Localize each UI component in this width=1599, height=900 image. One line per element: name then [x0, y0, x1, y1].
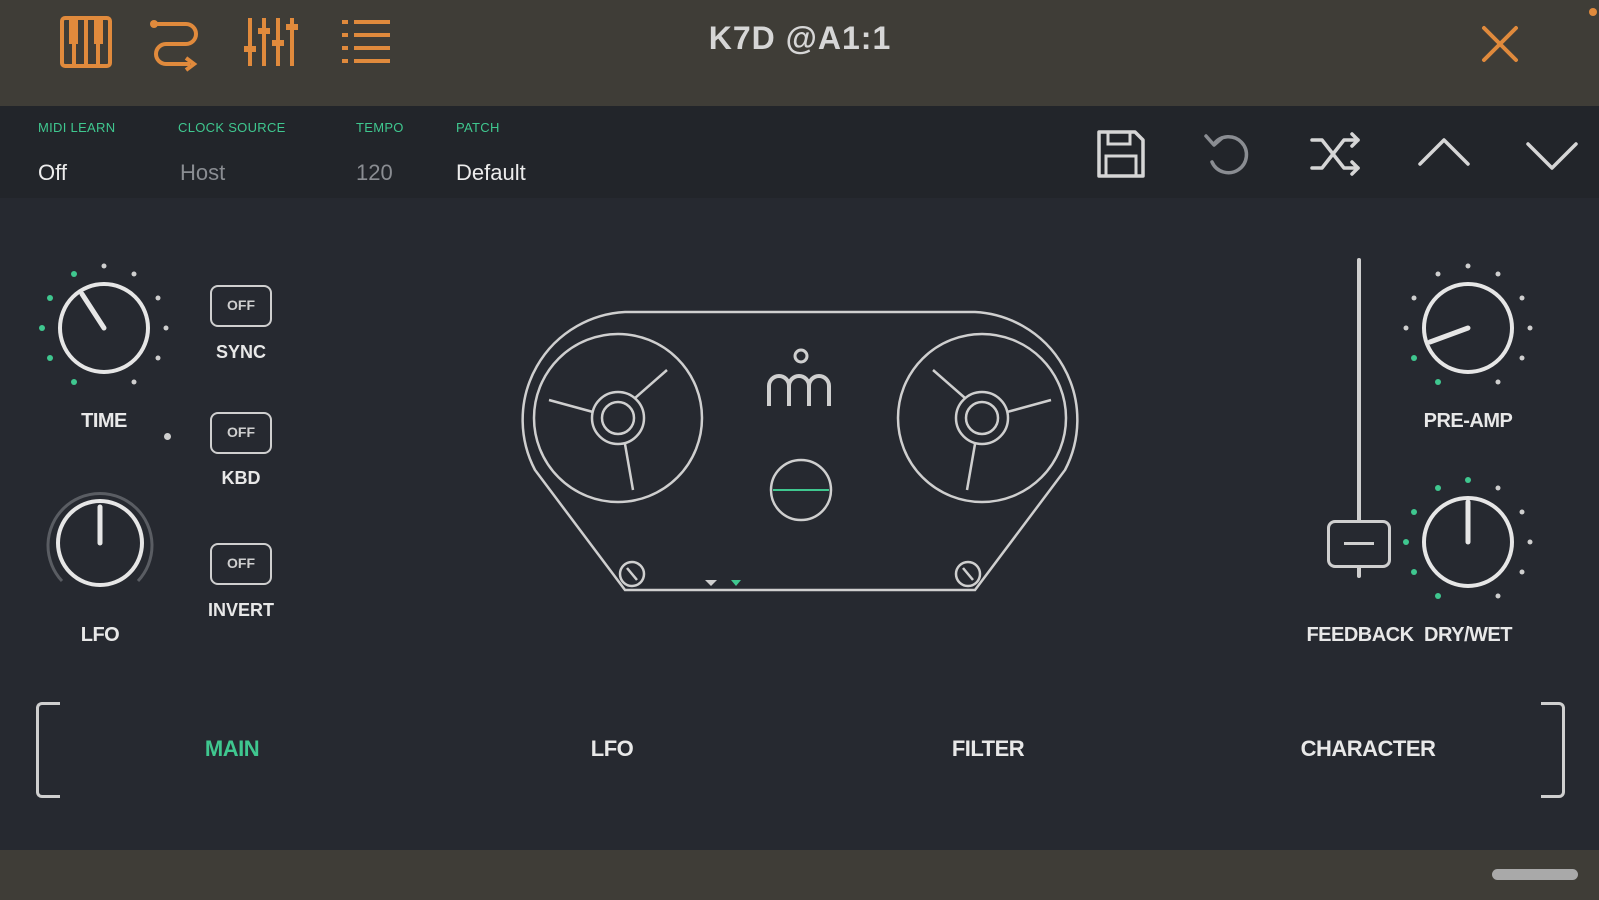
patch-label: PATCH [456, 120, 500, 135]
tab-main[interactable]: MAIN [132, 736, 332, 762]
tab-bracket-right [1541, 702, 1565, 798]
time-knob[interactable] [34, 258, 174, 403]
midi-learn-label: MIDI LEARN [38, 120, 116, 135]
routing-icon[interactable] [146, 12, 206, 72]
midi-learn-value[interactable]: Off [38, 160, 67, 186]
lfo-knob[interactable] [44, 487, 156, 604]
tab-character[interactable]: CHARACTER [1268, 736, 1468, 762]
window-title: K7D @A1:1 [708, 20, 892, 56]
pre-amp-knob[interactable] [1398, 258, 1538, 403]
clock-source-value[interactable]: Host [180, 160, 225, 186]
chevron-up-icon[interactable] [1416, 126, 1472, 182]
tab-bracket-left [36, 702, 60, 798]
piano-keys-icon[interactable] [56, 12, 116, 72]
kbd-label: KBD [221, 468, 261, 488]
sync-toggle[interactable]: OFF [210, 285, 272, 327]
dry-wet-knob[interactable] [1398, 472, 1538, 617]
resize-handle[interactable] [1492, 869, 1578, 880]
feedback-fader-handle[interactable] [1327, 520, 1391, 568]
tempo-label: TEMPO [356, 120, 404, 135]
invert-label: INVERT [207, 600, 274, 620]
settings-bar: MIDI LEARN Off CLOCK SOURCE Host TEMPO 1… [0, 106, 1599, 198]
save-icon[interactable] [1093, 126, 1149, 182]
menu-list-icon[interactable] [336, 12, 396, 72]
kbd-toggle[interactable]: OFF [210, 412, 272, 454]
clock-source-label: CLOCK SOURCE [178, 120, 286, 135]
tape-machine-graphic [505, 300, 1095, 605]
tab-filter[interactable]: FILTER [888, 736, 1088, 762]
dry-wet-label: DRY/WET [1424, 624, 1512, 646]
undo-icon[interactable] [1200, 126, 1256, 182]
pre-amp-label: PRE-AMP [1423, 410, 1513, 432]
close-icon[interactable] [1470, 16, 1530, 76]
link-dot [164, 433, 171, 440]
status-dot [1589, 8, 1597, 16]
title-bar: K7D @A1:1 [0, 0, 1599, 106]
tab-lfo[interactable]: LFO [512, 736, 712, 762]
bottom-bar [0, 850, 1599, 900]
time-label: TIME [81, 410, 127, 432]
lfo-label: LFO [80, 624, 120, 646]
tempo-value[interactable]: 120 [356, 160, 393, 186]
patch-value[interactable]: Default [456, 160, 526, 186]
shuffle-icon[interactable] [1308, 126, 1364, 182]
sync-label: SYNC [215, 342, 266, 362]
invert-toggle[interactable]: OFF [210, 543, 272, 585]
mixer-faders-icon[interactable] [240, 12, 300, 72]
chevron-down-icon[interactable] [1524, 126, 1580, 182]
